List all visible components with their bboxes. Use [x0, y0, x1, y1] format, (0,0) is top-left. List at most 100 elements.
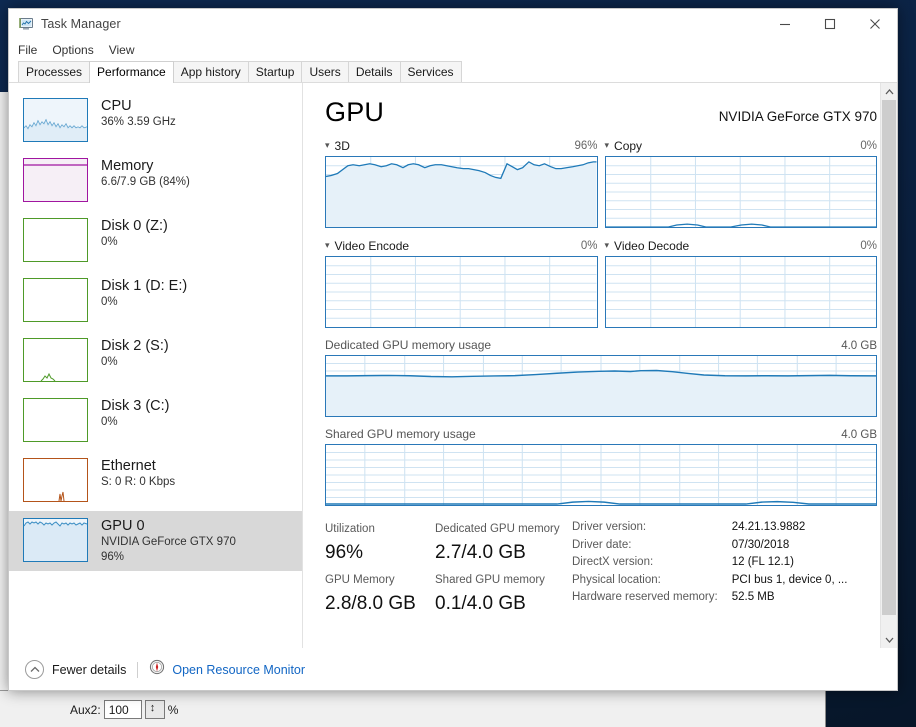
tab-details[interactable]: Details — [347, 61, 401, 82]
resource-sidebar: CPU 36% 3.59 GHz Memory 6.6/7.9 GB (84%) — [9, 83, 303, 648]
disk2-thumbnail-graph — [23, 338, 88, 382]
stat-label-gpu-memory: GPU Memory — [325, 574, 395, 586]
tab-performance[interactable]: Performance — [89, 61, 174, 83]
window-title: Task Manager — [41, 17, 121, 31]
sidebar-gpu0-sub2: 96% — [101, 551, 125, 563]
stat-value-utilization: 96% — [325, 542, 364, 563]
detail-row-directx-version: DirectX version: 12 (FL 12.1) — [572, 554, 847, 572]
aux-spinner-icon[interactable] — [144, 700, 165, 719]
maximize-button[interactable] — [807, 9, 852, 39]
sidebar-item-disk-1[interactable]: Disk 1 (D: E:) 0% — [9, 271, 302, 331]
dedicated-memory-graph — [325, 355, 877, 417]
chevron-down-icon[interactable]: ▾ — [325, 240, 330, 250]
aux-value-input[interactable]: 100 — [103, 700, 142, 719]
sidebar-item-disk-2[interactable]: Disk 2 (S:) 0% — [9, 331, 302, 391]
menu-item-file[interactable]: File — [18, 43, 37, 57]
engine-caption-copy: ▾ Copy 0% — [605, 139, 878, 153]
minimize-button[interactable] — [762, 9, 807, 39]
scroll-down-arrow-icon[interactable] — [881, 631, 897, 648]
sidebar-disk0-text: Disk 0 (Z:) 0% — [101, 218, 168, 250]
sidebar-item-ethernet[interactable]: Ethernet S: 0 R: 0 Kbps — [9, 451, 302, 511]
scroll-up-arrow-icon[interactable] — [881, 83, 897, 100]
chevron-down-icon[interactable]: ▾ — [325, 140, 330, 150]
engine-video-decode-graph — [604, 256, 877, 328]
tab-startup[interactable]: Startup — [247, 61, 303, 82]
gpu-stats-left: Utilization 96% GPU Memory 2.8/8.0 GB De… — [325, 519, 560, 621]
engine-video-decode-left[interactable]: ▾ Video Decode — [605, 239, 690, 253]
sidebar-item-memory[interactable]: Memory 6.6/7.9 GB (84%) — [9, 151, 302, 211]
sidebar-item-disk-3[interactable]: Disk 3 (C:) 0% — [9, 391, 302, 451]
chevron-down-icon[interactable]: ▾ — [605, 140, 610, 150]
tab-users[interactable]: Users — [301, 61, 349, 82]
detail-row-hardware-reserved-memory: Hardware reserved memory: 52.5 MB — [572, 589, 847, 607]
engine-caption-3d: ▾ 3D 96% — [325, 139, 598, 153]
sidebar-gpu0-title: GPU 0 — [101, 518, 145, 534]
sidebar-disk1-title: Disk 1 (D: E:) — [101, 278, 188, 294]
desktop-background: Aux2: 100 % Task Manager — [0, 0, 916, 727]
detail-value-hardware-reserved-memory: 52.5 MB — [731, 591, 775, 603]
resource-monitor-label: Open Resource Monitor — [172, 662, 306, 677]
engine-3d-value: 96% — [574, 139, 598, 152]
gpu0-thumbnail-graph — [23, 518, 88, 562]
scrollbar-track[interactable] — [881, 100, 897, 631]
sidebar-cpu-sub: 36% 3.59 GHz — [101, 116, 176, 128]
sidebar-item-gpu-0[interactable]: GPU 0 NVIDIA GeForce GTX 970 96% — [9, 511, 302, 571]
stat-label-shared-gpu-memory: Shared GPU memory — [435, 574, 545, 586]
engine-cell-video-decode: ▾ Video Decode 0% — [604, 239, 878, 328]
chevron-up-circle-icon — [25, 660, 44, 679]
footer-divider — [137, 661, 139, 678]
engine-copy-left[interactable]: ▾ Copy — [605, 139, 643, 153]
engine-video-encode-left[interactable]: ▾ Video Encode — [325, 239, 409, 253]
sidebar-ethernet-sub: S: 0 R: 0 Kbps — [101, 476, 176, 488]
tab-processes[interactable]: Processes — [18, 61, 91, 82]
detail-value-directx-version: 12 (FL 12.1) — [731, 556, 794, 568]
detail-key-driver-version: Driver version: — [572, 521, 647, 533]
open-resource-monitor-link[interactable]: Open Resource Monitor — [149, 659, 305, 680]
disk3-thumbnail-graph — [23, 398, 88, 442]
menu-item-view[interactable]: View — [109, 43, 135, 57]
gpu-details-table: Driver version: 24.21.13.9882 Driver dat… — [572, 519, 847, 621]
sidebar-gpu0-sub: NVIDIA GeForce GTX 970 — [101, 536, 236, 548]
gpu-model-name: NVIDIA GeForce GTX 970 — [718, 109, 877, 124]
sidebar-disk3-title: Disk 3 (C:) — [101, 398, 170, 414]
gpu-header: GPU NVIDIA GeForce GTX 970 — [325, 97, 877, 128]
fewer-details-label: Fewer details — [52, 662, 127, 677]
detail-key-physical-location: Physical location: — [572, 573, 661, 586]
engine-caption-video-decode: ▾ Video Decode 0% — [605, 239, 878, 253]
detail-value-driver-version: 24.21.13.9882 — [731, 521, 806, 533]
vertical-scrollbar[interactable] — [880, 83, 897, 648]
close-button[interactable] — [852, 9, 897, 39]
fewer-details-button[interactable]: Fewer details — [25, 660, 126, 679]
page-title: GPU — [325, 97, 385, 127]
sidebar-item-cpu[interactable]: CPU 36% 3.59 GHz — [9, 91, 302, 151]
stat-column-dedicated: Dedicated GPU memory 2.7/4.0 GB Shared G… — [435, 519, 560, 621]
chevron-down-icon[interactable]: ▾ — [605, 240, 610, 250]
task-manager-window: Task Manager File Options View Processes… — [8, 8, 898, 691]
detail-key-driver-date: Driver date: — [572, 538, 632, 551]
sidebar-disk2-text: Disk 2 (S:) 0% — [101, 338, 169, 370]
gpu-details-rows: Driver version: 24.21.13.9882 Driver dat… — [572, 519, 847, 607]
stat-value-dedicated-gpu-memory: 2.7/4.0 GB — [435, 542, 526, 563]
aux-label: Aux2: — [70, 702, 101, 717]
sidebar-disk3-text: Disk 3 (C:) 0% — [101, 398, 169, 430]
memory-thumbnail-graph — [23, 158, 88, 202]
sidebar-disk0-sub: 0% — [101, 236, 118, 248]
tab-services[interactable]: Services — [399, 61, 462, 82]
engine-3d-left[interactable]: ▾ 3D — [325, 139, 350, 153]
scrollbar-thumb[interactable] — [882, 100, 896, 616]
dedicated-memory-max: 4.0 GB — [841, 340, 877, 352]
tab-app-history[interactable]: App history — [172, 61, 249, 82]
engine-copy-graph — [604, 156, 877, 228]
sidebar-gpu0-text: GPU 0 NVIDIA GeForce GTX 970 96% — [101, 518, 236, 565]
gpu-detail-panel: GPU NVIDIA GeForce GTX 970 ▾ 3D 96% ▾ Co… — [303, 83, 897, 648]
task-manager-icon — [18, 16, 34, 32]
sidebar-memory-title: Memory — [101, 158, 154, 174]
sidebar-item-disk-0[interactable]: Disk 0 (Z:) 0% — [9, 211, 302, 271]
title-bar: Task Manager — [9, 9, 897, 39]
sidebar-cpu-text: CPU 36% 3.59 GHz — [101, 98, 176, 130]
sidebar-disk1-sub: 0% — [101, 296, 118, 308]
engine-video-encode-graph — [325, 256, 598, 328]
sidebar-ethernet-text: Ethernet S: 0 R: 0 Kbps — [101, 458, 175, 490]
menu-item-options[interactable]: Options — [52, 43, 93, 57]
disk0-thumbnail-graph — [23, 218, 88, 262]
